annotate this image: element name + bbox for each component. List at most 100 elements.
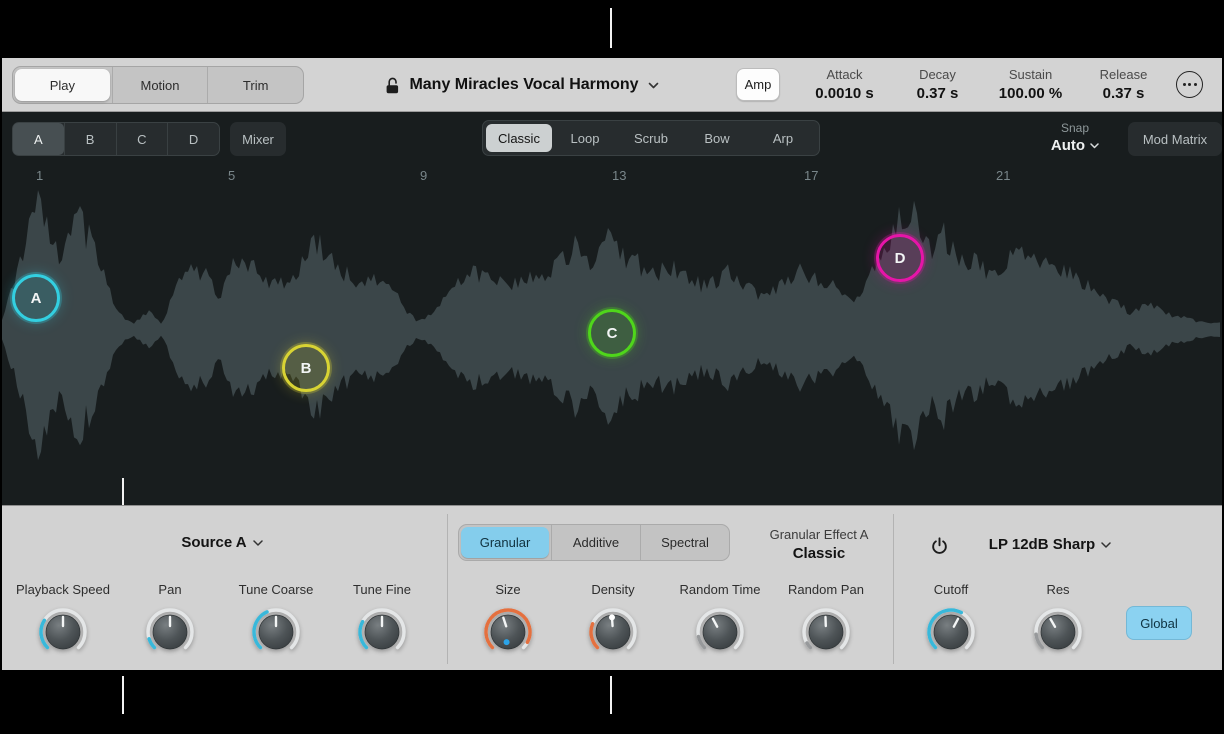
density-knob[interactable] [584,603,642,661]
handle-b[interactable]: B [282,344,330,392]
amp-button[interactable]: Amp [736,68,780,101]
source-select[interactable]: Source A [132,534,312,551]
tab-motion[interactable]: Motion [112,67,208,103]
source-tab-d[interactable]: D [167,123,219,155]
power-icon [930,536,949,555]
knob-cutoff: Cutoff [896,582,1006,666]
knob-label: Tune Fine [327,582,437,600]
callout-line-top [610,8,612,48]
release-value[interactable]: 0.37 s [1077,83,1170,104]
decay-value[interactable]: 0.37 s [891,83,984,104]
chevron-down-icon [648,82,659,89]
attack-value[interactable]: 0.0010 s [798,83,891,104]
callout-line-bottom-left [122,676,124,714]
mode-tab-classic[interactable]: Classic [486,124,552,152]
decay-label: Decay [891,66,984,83]
random-pan-knob[interactable] [797,603,855,661]
handle-a[interactable]: A [12,274,60,322]
knob-label: Random Pan [771,582,881,600]
snap-value: Auto [1051,136,1085,156]
knob-label: Size [453,582,563,600]
ruler-label-9: 9 [420,168,427,183]
source-select-label: Source A [181,534,246,551]
waveform-display: A B C D Mixer Classic Loop Scrub Bow Arp… [2,112,1222,505]
synthesis-mode-tabs: Granular Additive Spectral [458,524,730,561]
knob-res: Res [1003,582,1113,666]
knob-label: Density [558,582,668,600]
knob-random-time: Random Time [665,582,775,666]
size-knob[interactable] [479,603,537,661]
source-tab-c[interactable]: C [116,123,168,155]
divider [447,514,448,664]
mode-tab-scrub[interactable]: Scrub [618,124,684,152]
sustain-value[interactable]: 100.00 % [984,83,1077,104]
mod-matrix-button[interactable]: Mod Matrix [1128,122,1222,156]
tune-coarse-knob[interactable] [247,603,305,661]
sustain-label: Sustain [984,66,1077,83]
knob-random-pan: Random Pan [771,582,881,666]
mode-tab-loop[interactable]: Loop [552,124,618,152]
ruler-label-17: 17 [804,168,818,183]
release-label: Release [1077,66,1170,83]
synth-tab-granular[interactable]: Granular [461,527,549,558]
knob-size: Size [453,582,563,666]
ruler-label-21: 21 [996,168,1010,183]
header-bar: Play Motion Trim Many Miracles Vocal Har… [2,58,1222,112]
knob-label: Playback Speed [8,582,118,600]
sample-alchemy-window: Play Motion Trim Many Miracles Vocal Har… [0,0,1224,734]
envelope-param-sustain: Sustain 100.00 % [984,66,1077,106]
mode-tab-arp[interactable]: Arp [750,124,816,152]
knob-label: Cutoff [896,582,1006,600]
chevron-down-icon [1101,542,1111,548]
handle-c[interactable]: C [588,309,636,357]
filter-power-button[interactable] [928,534,950,556]
chevron-down-icon [1090,143,1099,149]
ruler-label-1: 1 [36,168,43,183]
cutoff-knob[interactable] [922,603,980,661]
view-mode-tabs: Play Motion Trim [12,66,304,104]
callout-line-left-inner [122,478,124,505]
knob-tune-fine: Tune Fine [327,582,437,666]
knob-tune-coarse: Tune Coarse [221,582,331,666]
tab-play[interactable]: Play [15,69,110,101]
knob-density: Density [558,582,668,666]
synth-tab-spectral[interactable]: Spectral [640,525,729,560]
source-tabs: A B C D [12,122,220,156]
lock-open-icon [385,77,400,94]
pan-knob[interactable] [141,603,199,661]
synth-tab-additive[interactable]: Additive [551,525,640,560]
ruler-label-5: 5 [228,168,235,183]
source-tab-a[interactable]: A [13,123,64,155]
callout-line-bottom-center [610,676,612,714]
filter-type-select[interactable]: LP 12dB Sharp [964,536,1136,553]
play-mode-tabs: Classic Loop Scrub Bow Arp [482,120,820,156]
playback-speed-knob[interactable] [34,603,92,661]
knob-label: Tune Coarse [221,582,331,600]
ruler-label-13: 13 [612,168,626,183]
tab-trim[interactable]: Trim [207,67,303,103]
random-time-knob[interactable] [691,603,749,661]
knob-playback-speed: Playback Speed [8,582,118,666]
mode-tab-bow[interactable]: Bow [684,124,750,152]
res-knob[interactable] [1029,603,1087,661]
filter-type-label: LP 12dB Sharp [989,536,1095,553]
envelope-param-decay: Decay 0.37 s [891,66,984,106]
knob-label: Res [1003,582,1113,600]
knob-label: Pan [115,582,225,600]
snap-control[interactable]: Snap Auto [1034,120,1116,156]
knob-label: Random Time [665,582,775,600]
preset-selector[interactable]: Many Miracles Vocal Harmony [372,58,672,112]
knob-pan: Pan [115,582,225,666]
global-button[interactable]: Global [1126,606,1192,640]
mixer-button[interactable]: Mixer [230,122,286,156]
more-options-button[interactable] [1176,71,1203,98]
granular-effect-readout: Granular Effect A Classic [746,526,892,564]
snap-label: Snap [1034,120,1116,136]
source-tab-b[interactable]: B [64,123,116,155]
effect-value[interactable]: Classic [746,543,892,564]
envelope-params: Attack 0.0010 s Decay 0.37 s Sustain 100… [798,66,1170,106]
effect-title: Granular Effect A [746,526,892,543]
attack-label: Attack [798,66,891,83]
tune-fine-knob[interactable] [353,603,411,661]
handle-d[interactable]: D [876,234,924,282]
